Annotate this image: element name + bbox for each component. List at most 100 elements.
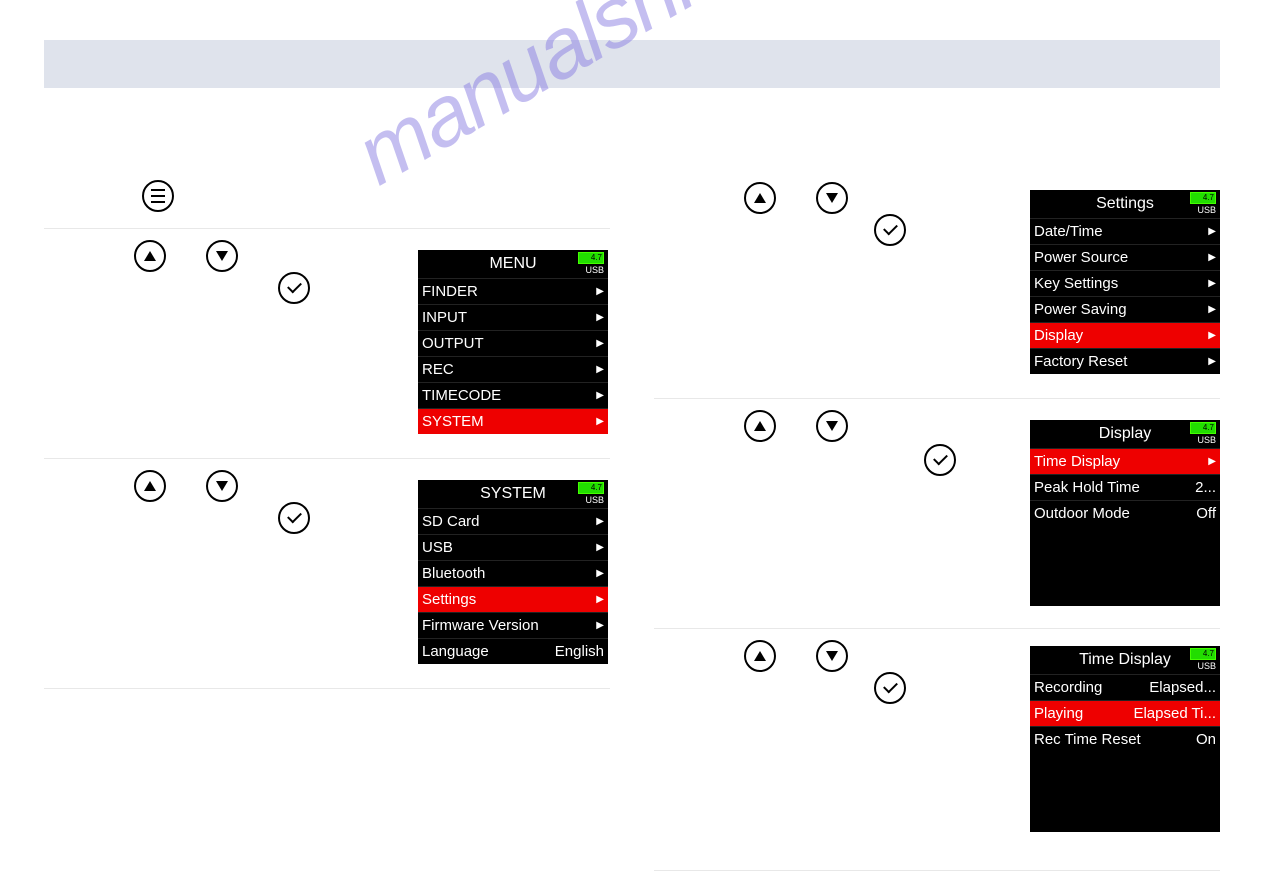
chevron-right-icon: ▶ (1208, 330, 1216, 341)
chevron-right-icon: ▶ (596, 416, 604, 427)
device-screen-settings: Settings4.7USB Date/Time ▶ Power Source ▶ Key… (1030, 190, 1220, 374)
menu-row-label: INPUT (422, 309, 467, 326)
menu-row[interactable]: Bluetooth ▶ (418, 560, 608, 586)
menu-row-label: Bluetooth (422, 565, 485, 582)
menu-row-label: Power Source (1034, 249, 1128, 266)
menu-row-label: Outdoor Mode (1034, 505, 1130, 522)
divider (654, 398, 1220, 399)
battery-indicator: 4.7 (1190, 422, 1216, 434)
menu-row[interactable]: Time Display ▶ (1030, 448, 1220, 474)
enter-icon[interactable] (874, 214, 906, 246)
menu-row-label: TIMECODE (422, 387, 501, 404)
menu-row-label: FINDER (422, 283, 478, 300)
menu-row[interactable]: Factory Reset ▶ (1030, 348, 1220, 374)
up-icon[interactable] (744, 640, 776, 672)
menu-row[interactable]: RecordingElapsed... (1030, 674, 1220, 700)
menu-row-label: Peak Hold Time (1034, 479, 1140, 496)
menu-row[interactable]: Peak Hold Time 2... (1030, 474, 1220, 500)
menu-row[interactable]: SD Card▶ (418, 508, 608, 534)
screen-title: Time Display4.7USB (1030, 646, 1220, 674)
up-icon[interactable] (134, 240, 166, 272)
device-screen-system: SYSTEM4.7USBSD Card▶USB▶Bluetooth▶Settin… (418, 480, 608, 664)
usb-indicator: USB (1197, 205, 1216, 215)
menu-row-label: Recording (1034, 679, 1102, 696)
battery-indicator: 4.7 (578, 252, 604, 264)
chevron-right-icon: ▶ (596, 338, 604, 349)
chevron-right-icon: ▶ (1208, 252, 1216, 263)
battery-indicator: 4.7 (1190, 192, 1216, 204)
menu-row[interactable]: Outdoor Mode Off (1030, 500, 1220, 526)
menu-row[interactable]: OUTPUT ▶ (418, 330, 608, 356)
menu-row[interactable]: INPUT▶ (418, 304, 608, 330)
menu-row[interactable]: Power Source ▶ (1030, 244, 1220, 270)
divider (654, 628, 1220, 629)
device-screen-menu: MENU4.7USBFINDER▶INPUT▶OUTPUT▶REC▶TIMECO… (418, 250, 608, 434)
chevron-right-icon: ▶ (596, 542, 604, 553)
screen-title: MENU4.7USB (418, 250, 608, 278)
menu-row-label: Settings (422, 591, 476, 608)
enter-icon[interactable] (874, 672, 906, 704)
watermark-text: manualshive.com (340, 0, 936, 205)
usb-indicator: USB (1197, 661, 1216, 671)
chevron-right-icon: ▶ (1208, 456, 1216, 467)
menu-row[interactable]: Date/Time ▶ (1030, 218, 1220, 244)
down-icon[interactable] (816, 182, 848, 214)
chevron-right-icon: ▶ (1208, 226, 1216, 237)
menu-row-value: 2... (1195, 479, 1216, 496)
menu-row[interactable]: Rec Time Reset On (1030, 726, 1220, 752)
enter-icon[interactable] (924, 444, 956, 476)
up-icon[interactable] (134, 470, 166, 502)
menu-row-label: Date/Time (1034, 223, 1103, 240)
menu-row[interactable]: USB▶ (418, 534, 608, 560)
divider (654, 870, 1220, 871)
menu-row[interactable]: FINDER▶ (418, 278, 608, 304)
menu-row-value: On (1196, 731, 1216, 748)
menu-row-label: Language (422, 643, 489, 660)
menu-row-label: Time Display (1034, 453, 1120, 470)
usb-indicator: USB (585, 265, 604, 275)
menu-row[interactable]: PlayingElapsed Ti... (1030, 700, 1220, 726)
chevron-right-icon: ▶ (596, 620, 604, 631)
battery-indicator: 4.7 (1190, 648, 1216, 660)
menu-row-label: Factory Reset (1034, 353, 1127, 370)
menu-row-label: SYSTEM (422, 413, 484, 430)
screen-title: Settings4.7USB (1030, 190, 1220, 218)
menu-row[interactable]: SYSTEM ▶ (418, 408, 608, 434)
menu-row-value: Off (1196, 505, 1216, 522)
down-icon[interactable] (816, 410, 848, 442)
menu-row-label: Power Saving (1034, 301, 1127, 318)
chevron-right-icon: ▶ (596, 516, 604, 527)
menu-row[interactable]: Display▶ (1030, 322, 1220, 348)
enter-icon[interactable] (278, 272, 310, 304)
menu-row[interactable]: Language English (418, 638, 608, 664)
menu-row-label: OUTPUT (422, 335, 484, 352)
chevron-right-icon: ▶ (596, 364, 604, 375)
up-icon[interactable] (744, 182, 776, 214)
chevron-right-icon: ▶ (596, 568, 604, 579)
menu-row[interactable]: REC▶ (418, 356, 608, 382)
chevron-right-icon: ▶ (1208, 356, 1216, 367)
screen-title: Display4.7USB (1030, 420, 1220, 448)
up-icon[interactable] (744, 410, 776, 442)
menu-row[interactable]: TIMECODE▶ (418, 382, 608, 408)
menu-icon[interactable] (142, 180, 174, 212)
menu-row[interactable]: Key Settings▶ (1030, 270, 1220, 296)
chevron-right-icon: ▶ (596, 594, 604, 605)
down-icon[interactable] (816, 640, 848, 672)
divider (44, 688, 610, 689)
screen-title: SYSTEM4.7USB (418, 480, 608, 508)
menu-row-label: Key Settings (1034, 275, 1118, 292)
enter-icon[interactable] (278, 502, 310, 534)
menu-row[interactable]: Firmware Version▶ (418, 612, 608, 638)
header-bar (44, 40, 1220, 88)
chevron-right-icon: ▶ (1208, 304, 1216, 315)
menu-row[interactable]: Power Saving ▶ (1030, 296, 1220, 322)
menu-row-value: English (555, 643, 604, 660)
device-screen-display: Display4.7USB Time Display ▶ Peak Hold Time… (1030, 420, 1220, 606)
menu-row-value: Elapsed Ti... (1133, 705, 1216, 722)
down-icon[interactable] (206, 240, 238, 272)
down-icon[interactable] (206, 470, 238, 502)
menu-row[interactable]: Settings ▶ (418, 586, 608, 612)
divider (44, 228, 610, 229)
menu-row-label: Rec Time Reset (1034, 731, 1141, 748)
